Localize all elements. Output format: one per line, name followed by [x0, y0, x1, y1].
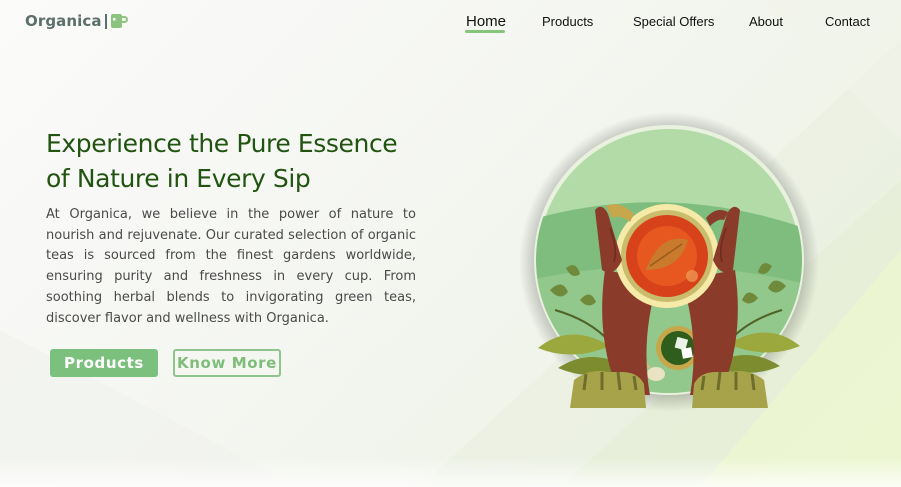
nav-about[interactable]: About: [749, 14, 783, 29]
brand-name: Organica: [25, 12, 102, 30]
active-nav-indicator: [465, 30, 505, 33]
nav-special-offers[interactable]: Special Offers: [633, 14, 714, 29]
hero-description: At Organica, we believe in the power of …: [46, 207, 416, 326]
know-more-button[interactable]: Know More: [173, 349, 281, 377]
nav-home[interactable]: Home: [466, 13, 506, 30]
hands-holding-tea-cup-illustration: [519, 112, 819, 412]
nav-contact[interactable]: Contact: [825, 14, 870, 29]
nav-products[interactable]: Products: [542, 14, 593, 29]
products-button[interactable]: Products: [50, 349, 158, 377]
tea-cup-icon: [110, 14, 128, 28]
hero-title: Experience the Pure Essence of Nature in…: [46, 129, 398, 193]
brand-logo[interactable]: Organica: [25, 12, 128, 30]
navbar: Organica Home Products Special Offers Ab…: [0, 0, 901, 48]
logo-divider: [104, 13, 107, 29]
bottom-fade: [0, 457, 901, 487]
